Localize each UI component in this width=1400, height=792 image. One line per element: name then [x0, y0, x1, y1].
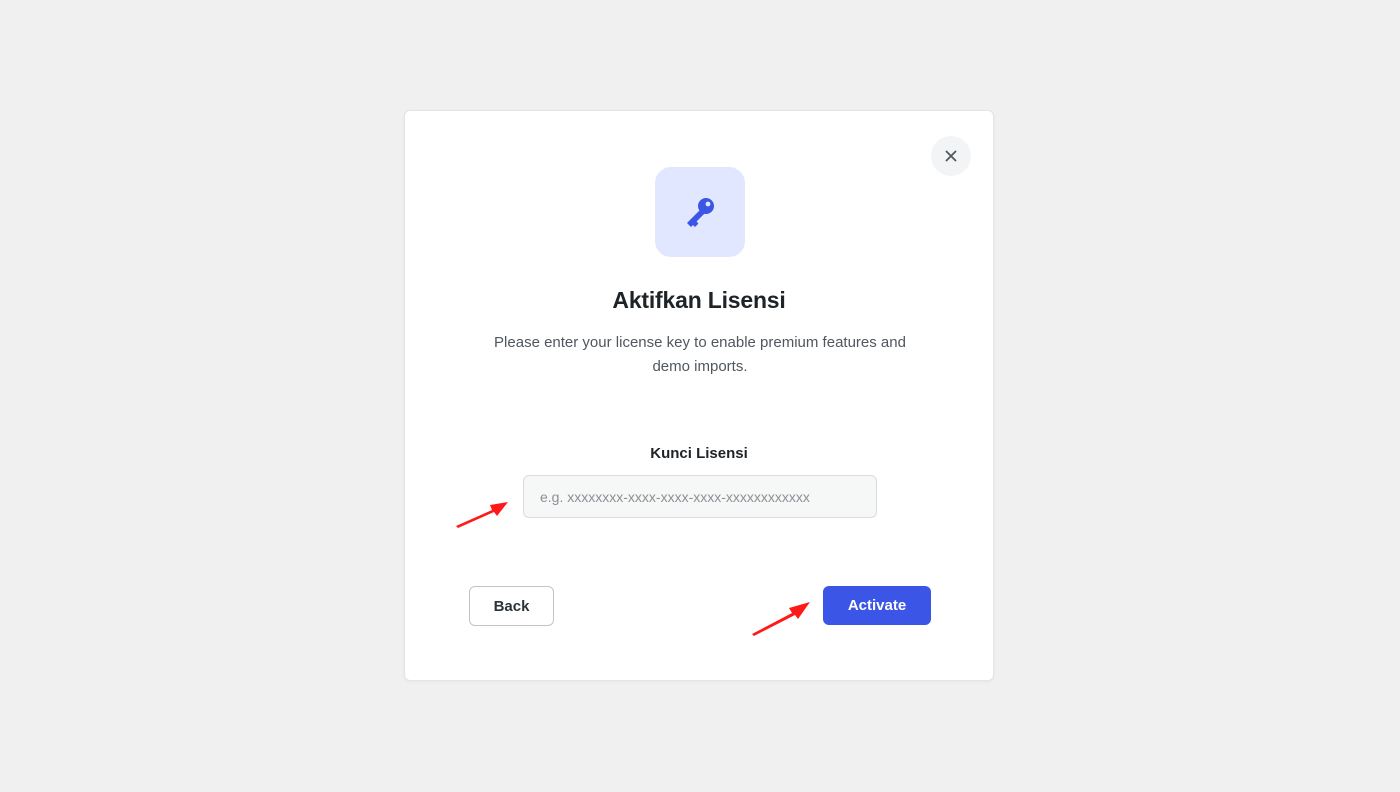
- license-key-label: Kunci Lisensi: [650, 445, 748, 462]
- activate-button[interactable]: Activate: [823, 586, 931, 625]
- modal-title: Aktifkan Lisensi: [612, 287, 786, 313]
- license-key-input[interactable]: [523, 475, 877, 518]
- back-button[interactable]: Back: [469, 586, 554, 626]
- license-modal: Aktifkan Lisensi Please enter your licen…: [404, 110, 994, 681]
- annotation-arrow-input: [456, 502, 508, 528]
- close-icon: [945, 150, 957, 162]
- key-badge: [655, 167, 745, 257]
- key-icon: [680, 192, 720, 232]
- modal-description: Please enter your license key to enable …: [494, 334, 906, 375]
- annotation-arrow-activate: [752, 602, 810, 636]
- page: Aktifkan Lisensi Please enter your licen…: [0, 0, 1400, 792]
- close-button[interactable]: [931, 136, 971, 176]
